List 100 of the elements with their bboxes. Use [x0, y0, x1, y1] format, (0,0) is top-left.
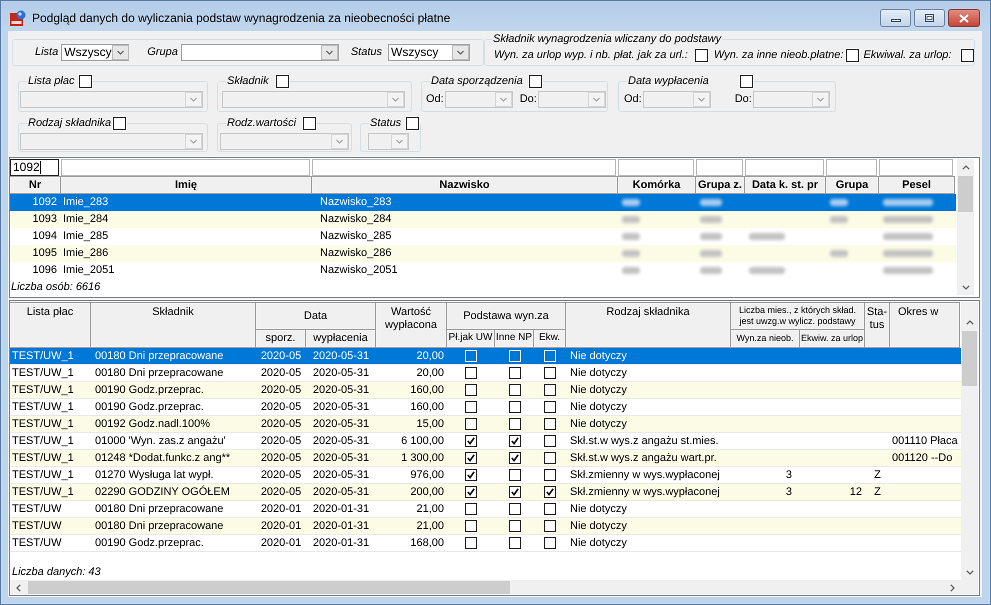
checkbox[interactable] — [508, 401, 520, 413]
checkbox[interactable] — [544, 469, 556, 481]
column-header[interactable]: Pesel — [879, 176, 955, 194]
checkbox[interactable] — [846, 49, 860, 62]
checkbox[interactable] — [465, 418, 477, 430]
checkbox[interactable] — [465, 503, 477, 515]
checkbox[interactable] — [544, 401, 556, 413]
column-header[interactable]: Ekw. — [534, 330, 566, 348]
filter-field[interactable]: 1092 — [10, 159, 59, 176]
checkbox[interactable] — [465, 452, 477, 464]
checkbox[interactable] — [544, 486, 556, 498]
horizontal-scrollbar[interactable] — [10, 580, 961, 595]
column-header[interactable]: Pł.jak UW — [447, 330, 495, 348]
checkbox[interactable] — [465, 469, 477, 481]
checkbox[interactable] — [465, 435, 477, 447]
table-row[interactable]: TEST/UW_1 00192 Godz.nadl.100% 2020-05 2020-05-31 15,00 Nie dotyczy — [10, 416, 961, 433]
column-header[interactable]: Wyn.za nieob. — [731, 330, 800, 348]
column-header[interactable]: Data — [256, 302, 376, 330]
column-header[interactable]: Okres w — [890, 302, 960, 348]
filter-field[interactable] — [61, 159, 310, 176]
checkbox[interactable] — [465, 384, 477, 396]
table-row[interactable]: TEST/UW_1 00190 Godz.przeprac. 2020-05 2020-05-31 160,00 Nie dotyczy — [10, 399, 961, 416]
checkbox[interactable] — [79, 75, 92, 88]
filter-field[interactable] — [696, 159, 743, 176]
column-header[interactable]: Składnik — [91, 302, 256, 348]
scrollbar-thumb[interactable] — [28, 581, 510, 594]
column-header[interactable]: Ekwiw. za urlop — [800, 330, 865, 348]
chevron-down-icon[interactable] — [962, 285, 970, 290]
checkbox[interactable] — [740, 75, 753, 88]
chevron-down-icon[interactable] — [320, 45, 338, 60]
table-row[interactable]: TEST/UW 00180 Dni przepracowane 2020-01 2020-01-31 21,00 Nie dotyczy — [10, 518, 961, 535]
column-header[interactable]: Grupa z. — [696, 176, 745, 194]
checkbox[interactable] — [960, 49, 974, 62]
chevron-down-icon[interactable] — [112, 45, 129, 60]
checkbox[interactable] — [544, 418, 556, 430]
checkbox[interactable] — [508, 503, 520, 515]
checkbox[interactable] — [544, 520, 556, 532]
checkbox[interactable] — [406, 117, 420, 130]
filter-field[interactable] — [312, 159, 616, 176]
table-row[interactable]: TEST/UW_1 01000 'Wyn. zas.z angażu' 2020-05 2020-05-31 6 100,00 Skł.st.w wys.z angażu st.mies. 001110 Płaca — [10, 433, 961, 450]
checkbox[interactable] — [508, 418, 520, 430]
column-header[interactable]: Wartość wypłacona — [376, 302, 447, 348]
scrollbar-thumb[interactable] — [962, 331, 977, 386]
table-row[interactable]: TEST/UW 00190 Godz.przeprac. 2020-01 2020-01-31 168,00 Nie dotyczy — [10, 535, 961, 552]
table-row[interactable]: TEST/UW_1 00190 Godz.przeprac. 2020-05 2020-05-31 160,00 Nie dotyczy — [10, 382, 961, 399]
checkbox[interactable] — [544, 537, 556, 549]
checkbox[interactable] — [544, 435, 556, 447]
table-row[interactable]: 1092 Imie_283 Nazwisko_283 — [10, 194, 956, 211]
chevron-up-icon[interactable] — [962, 165, 970, 170]
column-header[interactable]: Sta-tus — [865, 302, 890, 348]
chevron-left-icon[interactable] — [16, 584, 21, 592]
checkbox[interactable] — [508, 486, 520, 498]
column-header[interactable]: Grupa — [826, 176, 879, 194]
checkbox[interactable] — [508, 537, 520, 549]
checkbox[interactable] — [465, 401, 477, 413]
column-header[interactable]: Rodzaj składnika — [566, 302, 731, 348]
column-header[interactable]: sporz. — [256, 330, 306, 348]
column-header[interactable]: Komórka — [618, 176, 696, 194]
checkbox[interactable] — [465, 367, 477, 379]
checkbox[interactable] — [276, 75, 289, 88]
chevron-down-icon[interactable] — [966, 570, 974, 575]
column-header[interactable]: Imię — [61, 176, 312, 194]
table-row[interactable]: TEST/UW_1 01270 Wysługa lat wypł. 2020-05 2020-05-31 976,00 Skł.zmienny w wys.wypłaconej 3 Z — [10, 467, 961, 484]
vertical-scrollbar[interactable] — [957, 159, 974, 295]
chevron-down-icon[interactable] — [452, 45, 470, 60]
checkbox[interactable] — [544, 367, 556, 379]
checkbox[interactable] — [508, 452, 520, 464]
table-row[interactable]: TEST/UW_1 01248 *Dodat.funkc.z ang** 2020-05 2020-05-31 1 300,00 Skł.st.w wys.z angażu wart.pr. 001120 --Do — [10, 450, 961, 467]
column-header[interactable]: Inne NP — [495, 330, 534, 348]
close-button[interactable] — [948, 9, 980, 27]
checkbox[interactable] — [544, 384, 556, 396]
checkbox[interactable] — [544, 452, 556, 464]
column-header[interactable]: Nr — [10, 176, 61, 194]
filter-field[interactable] — [618, 159, 694, 176]
checkbox[interactable] — [465, 486, 477, 498]
checkbox[interactable] — [303, 117, 316, 130]
checkbox[interactable] — [113, 117, 126, 130]
checkbox[interactable] — [508, 520, 520, 532]
maximize-button[interactable] — [914, 9, 945, 27]
checkbox[interactable] — [544, 503, 556, 515]
table-row[interactable]: TEST/UW 00180 Dni przepracowane 2020-01 2020-01-31 21,00 Nie dotyczy — [10, 501, 961, 518]
column-header[interactable]: wypłacenia — [306, 330, 376, 348]
checkbox[interactable] — [465, 537, 477, 549]
column-header[interactable]: Podstawa wyn.za — [447, 302, 566, 330]
checkbox[interactable] — [508, 469, 520, 481]
column-header[interactable]: Data k. st. pr — [745, 176, 826, 194]
checkbox[interactable] — [528, 75, 542, 88]
dropdown[interactable]: Wszyscy — [61, 44, 130, 61]
minimize-button[interactable] — [880, 9, 911, 27]
checkbox[interactable] — [465, 520, 477, 532]
checkbox[interactable] — [508, 384, 520, 396]
table-row[interactable]: TEST/UW_1 00180 Dni przepracowane 2020-05 2020-05-31 20,00 Nie dotyczy — [10, 365, 961, 382]
column-header[interactable]: Nazwisko — [312, 176, 618, 194]
column-header[interactable]: Liczba mies., z których skład. jest uwzg.w wylicz. podstawy — [731, 302, 865, 330]
scrollbar-thumb[interactable] — [958, 176, 973, 212]
vertical-scrollbar[interactable] — [961, 302, 978, 580]
column-header[interactable]: Lista płac — [10, 302, 91, 348]
checkbox[interactable] — [508, 435, 520, 447]
filter-field[interactable] — [879, 159, 953, 176]
chevron-right-icon[interactable] — [950, 584, 955, 592]
